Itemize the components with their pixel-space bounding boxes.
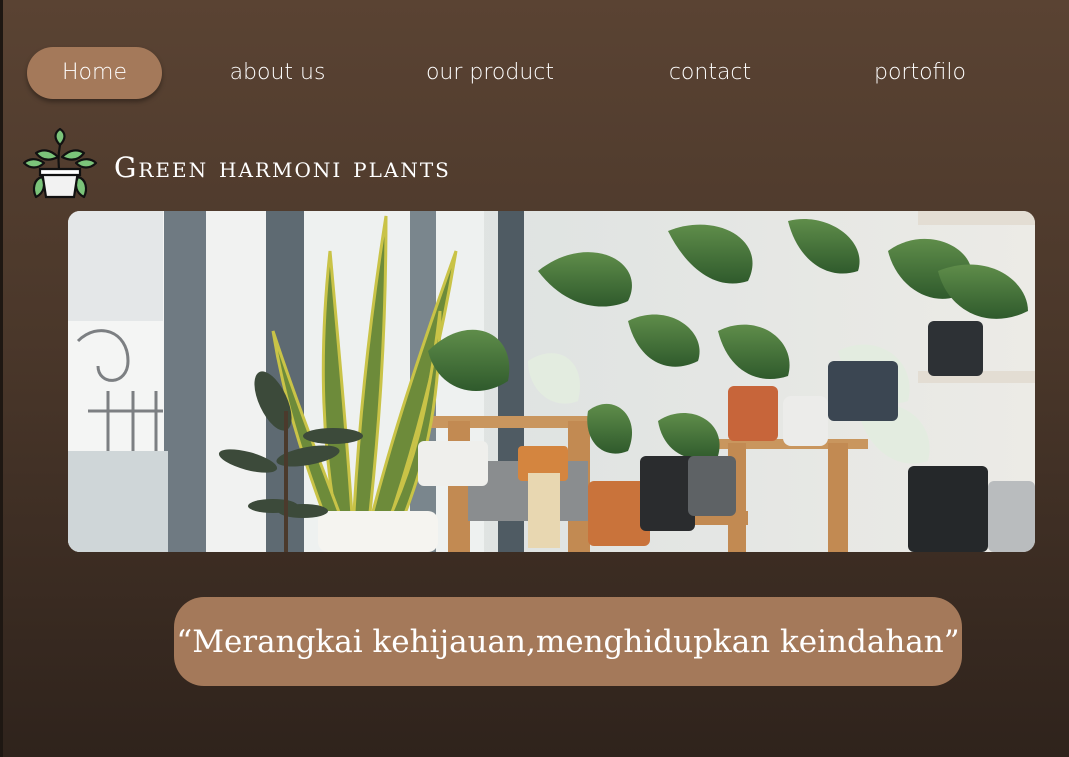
potted-plant-icon: [22, 127, 98, 199]
main-nav: Home about us our product contact portof…: [0, 0, 1069, 140]
nav-our-product[interactable]: our product: [405, 47, 575, 99]
brand-title: Green harmoni plants: [114, 150, 451, 184]
plants-photo: [68, 211, 1035, 552]
nav-home[interactable]: Home: [27, 47, 162, 99]
hero-image: [68, 211, 1035, 552]
tagline-text: “Merangkai kehijauan,menghidupkan keinda…: [176, 623, 960, 660]
nav-portofilo[interactable]: portofilo: [850, 47, 990, 99]
nav-contact[interactable]: contact: [645, 47, 775, 99]
tagline-banner: “Merangkai kehijauan,menghidupkan keinda…: [174, 597, 962, 686]
nav-about-us[interactable]: about us: [210, 47, 345, 99]
brand: Green harmoni plants: [20, 127, 451, 207]
